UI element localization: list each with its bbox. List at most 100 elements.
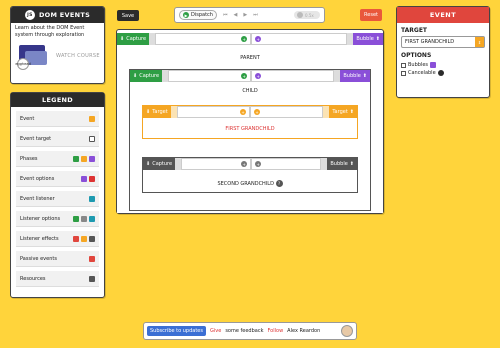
footer-bar: Subscribe to updates Give some feedback … — [143, 322, 357, 340]
course-promo[interactable]: egghead WATCH COURSE — [11, 41, 104, 71]
legend-item-label: Listener options — [20, 215, 61, 222]
skip-back-icon[interactable]: ⏮ — [223, 12, 228, 18]
cancelable-checkbox[interactable] — [401, 70, 406, 76]
subscribe-button[interactable]: Subscribe to updates — [147, 326, 206, 336]
add-listener-icon[interactable]: + — [241, 161, 248, 167]
legend-item[interactable]: Resources — [16, 271, 99, 287]
legend-item[interactable]: Phases — [16, 151, 99, 167]
event-stage: ⬇ Capture + + Bubble ⬆ PARENT ⬇ Capture + +… — [116, 29, 384, 214]
parent-phase-bar: ⬇ Capture + + Bubble ⬆ — [117, 33, 383, 45]
bubble-label: Bubble — [356, 36, 374, 42]
dispatch-button[interactable]: ▶ Dispatch — [179, 10, 217, 20]
parent-capture-track: + — [155, 33, 252, 45]
target-select[interactable]: FIRST GRANDCHILD ⇕ — [401, 36, 485, 48]
child-bubble-track: + — [251, 70, 335, 82]
capture-arrow-icon: ⬇ — [120, 36, 125, 42]
add-listener-icon[interactable]: + — [255, 73, 262, 79]
book-icon — [89, 275, 95, 282]
bubbles-badge-icon — [430, 62, 437, 68]
dispatch-label: Dispatch — [191, 12, 213, 18]
option-cancelable[interactable]: Cancelable — [397, 69, 489, 77]
save-button[interactable]: Save — [117, 10, 139, 21]
legend-item[interactable]: Event — [16, 111, 99, 127]
speed-toggle-knob — [297, 12, 303, 18]
second-grandchild-phase-bar: ⬇ Capture + + Bubble ⬆ — [143, 158, 357, 170]
legend-item[interactable]: Passive events — [16, 251, 99, 267]
first-grandchild-target-tag-right[interactable]: Target ⬆ — [329, 106, 357, 118]
first-grandchild-target-tag[interactable]: ⬇ Target — [143, 106, 171, 118]
target-select-value: FIRST GRANDCHILD — [405, 39, 455, 45]
target-heading: TARGET — [401, 27, 428, 34]
follow-text: Follow — [267, 328, 284, 334]
course-thumbnail[interactable]: egghead — [15, 41, 53, 71]
legend-title: LEGEND — [11, 93, 104, 107]
parent-capture-tag[interactable]: ⬇ Capture — [117, 33, 150, 45]
legend-item-label: Event target — [20, 135, 52, 142]
egghead-badge-icon: egghead — [15, 58, 31, 70]
legend-item[interactable]: Event options — [16, 171, 99, 187]
step-back-icon[interactable]: ◀ — [233, 12, 237, 18]
legend-item-label: Event listener — [20, 195, 55, 202]
first-grandchild-bubble-track: + — [250, 106, 324, 118]
option-bubbles[interactable]: Bubbles — [397, 61, 489, 69]
app-description: Learn about the DOM Event system through… — [15, 25, 85, 38]
add-listener-icon[interactable]: + — [255, 36, 262, 42]
child-box[interactable]: ⬇ Capture + + Bubble ⬆ CHILD ⬇ Target + + T… — [129, 69, 371, 211]
avatar[interactable] — [341, 325, 353, 337]
once-option-icon — [81, 215, 87, 222]
author-link[interactable]: Alex Reardon — [287, 328, 320, 334]
second-grandchild-bubble-tag[interactable]: Bubble ⬆ — [327, 158, 357, 170]
child-phase-bar: ⬇ Capture + + Bubble ⬆ — [130, 70, 370, 82]
target-arrow-icon: ⬇ — [146, 109, 151, 115]
parent-bubble-tag[interactable]: Bubble ⬆ — [353, 33, 383, 45]
legend-item[interactable]: Event listener — [16, 191, 99, 207]
legend-item[interactable]: Listener options — [16, 211, 99, 227]
capture-arrow-icon: ⬇ — [146, 161, 151, 167]
child-capture-tag[interactable]: ⬇ Capture — [130, 70, 163, 82]
step-forward-icon[interactable]: ▶ — [243, 12, 247, 18]
speed-toggle[interactable]: 0.5x — [294, 11, 320, 19]
reset-button[interactable]: Reset — [360, 9, 382, 21]
legend-item[interactable]: Listener effects — [16, 231, 99, 247]
logo-header: JS DOM EVENTS — [11, 7, 104, 23]
legend-item[interactable]: Event target — [16, 131, 99, 147]
capture-label: Capture — [139, 73, 160, 79]
give-text: Give — [210, 328, 222, 334]
parent-label: PARENT — [240, 55, 260, 61]
add-listener-icon[interactable]: + — [241, 36, 248, 42]
speed-label: 0.5x — [305, 12, 314, 18]
logo-card: JS DOM EVENTS Learn about the DOM Event … — [10, 6, 105, 84]
capture-label: Capture — [126, 36, 147, 42]
logo-icon: JS — [24, 10, 35, 20]
legend-item-label: Resources — [20, 275, 46, 282]
second-grandchild-box[interactable]: ⬇ Capture + + Bubble ⬆ SECOND GRANDCHILD ? — [142, 157, 358, 193]
watch-course-link[interactable]: WATCH COURSE — [56, 53, 100, 60]
second-grandchild-label: SECOND GRANDCHILD — [217, 181, 274, 187]
first-grandchild-box[interactable]: ⬇ Target + + Target ⬆ FIRST GRANDCHILD — [142, 105, 358, 139]
effect-c-icon — [89, 235, 95, 242]
parent-box[interactable]: ⬇ Capture + + Bubble ⬆ PARENT ⬇ Capture + +… — [117, 33, 383, 213]
second-grandchild-capture-track: + — [181, 158, 252, 170]
first-grandchild-phase-bar: ⬇ Target + + Target ⬆ — [143, 106, 357, 118]
bubble-arrow-icon: ⬆ — [349, 161, 354, 167]
capture-phase-icon — [73, 155, 79, 162]
add-listener-icon[interactable]: + — [240, 109, 246, 115]
target-phase-icon — [81, 155, 87, 162]
legend-item-label: Event — [20, 115, 35, 122]
legend-item-label: Phases — [20, 155, 38, 162]
legend-item-icons — [89, 195, 95, 202]
passive-event-icon — [89, 255, 95, 262]
target-label: Target — [332, 109, 348, 115]
child-bubble-tag[interactable]: Bubble ⬆ — [340, 70, 370, 82]
bubbles-checkbox[interactable] — [401, 62, 406, 68]
feedback-link[interactable]: some feedback — [225, 328, 263, 334]
add-listener-icon[interactable]: + — [241, 73, 248, 79]
add-listener-icon[interactable]: + — [255, 161, 262, 167]
second-grandchild-capture-tag[interactable]: ⬇ Capture — [143, 158, 176, 170]
skip-forward-icon[interactable]: ⏭ — [253, 12, 258, 18]
add-listener-icon[interactable]: + — [254, 109, 260, 115]
effect-b-icon — [81, 235, 87, 242]
question-icon[interactable]: ? — [275, 180, 283, 187]
target-arrow-icon: ⬆ — [349, 109, 354, 115]
legend-item-icons — [81, 175, 95, 182]
